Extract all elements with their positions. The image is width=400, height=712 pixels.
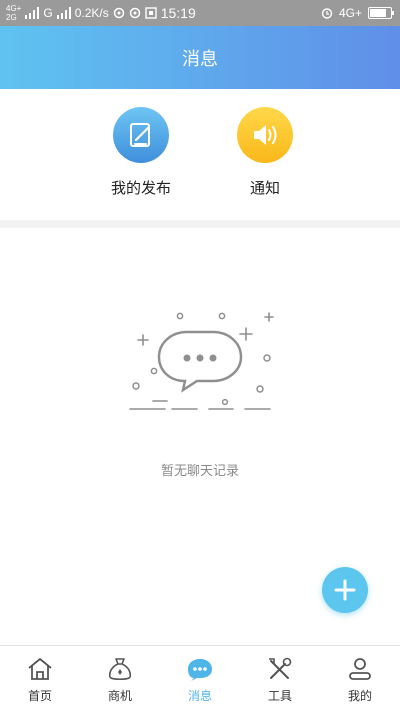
message-icon (186, 655, 214, 683)
edit-note-icon (113, 107, 169, 163)
tab-profile[interactable]: 我的 (320, 646, 400, 712)
status-time: 15:19 (160, 5, 196, 21)
tab-profile-label: 我的 (347, 689, 372, 703)
network-g-label: G (43, 6, 53, 20)
tab-home-label: 首页 (27, 689, 52, 703)
section-divider (0, 220, 400, 228)
tools-icon (266, 655, 294, 683)
app-notification-icon (113, 7, 124, 19)
app-notification-icon-2 (129, 7, 140, 19)
money-bag-icon (106, 655, 134, 683)
tab-tools-label: 工具 (267, 689, 292, 703)
tab-business-label: 商机 (107, 689, 132, 703)
signal-icon (25, 7, 40, 19)
status-bar-left: 4G+ 2G G 0.2K/s 15:19 (6, 0, 196, 26)
quick-actions: 我的发布 通知 (0, 89, 400, 220)
plus-icon (334, 579, 356, 601)
speaker-icon (237, 107, 293, 163)
page-title: 消息 (182, 48, 218, 70)
tab-tools[interactable]: 工具 (240, 646, 320, 712)
sim-card-icon (145, 7, 157, 19)
battery-icon (368, 7, 394, 19)
network-stack: 4G+ 2G (6, 4, 21, 22)
header-bar: 消息 (0, 26, 400, 89)
network-top-label: 4G+ (6, 4, 22, 13)
tab-home[interactable]: 首页 (0, 646, 80, 712)
alarm-icon (321, 8, 333, 19)
notifications-label: 通知 (249, 179, 280, 197)
add-button[interactable] (322, 567, 368, 613)
status-bar-right: 4G+ (321, 0, 394, 26)
network-speed: 0.2K/s (74, 6, 109, 20)
network-bottom-label: 2G (6, 13, 17, 22)
notifications-button[interactable]: 通知 (210, 107, 320, 198)
tab-business[interactable]: 商机 (80, 646, 160, 712)
empty-state-text: 暂无聊天记录 (160, 464, 239, 479)
chat-bubble-icon (129, 312, 274, 410)
profile-icon (346, 655, 374, 683)
my-posts-label: 我的发布 (110, 179, 171, 197)
tab-messages-label: 消息 (187, 689, 212, 703)
status-bar: 4G+ 2G G 0.2K/s 15:19 4G+ (0, 0, 400, 26)
bottom-nav: 首页 商机 消息 工具 我的 (0, 645, 400, 712)
my-posts-button[interactable]: 我的发布 (86, 107, 196, 198)
network-right-label: 4G+ (338, 6, 362, 20)
signal-icon-2 (56, 7, 71, 19)
home-icon (26, 655, 54, 683)
tab-messages[interactable]: 消息 (160, 646, 240, 712)
